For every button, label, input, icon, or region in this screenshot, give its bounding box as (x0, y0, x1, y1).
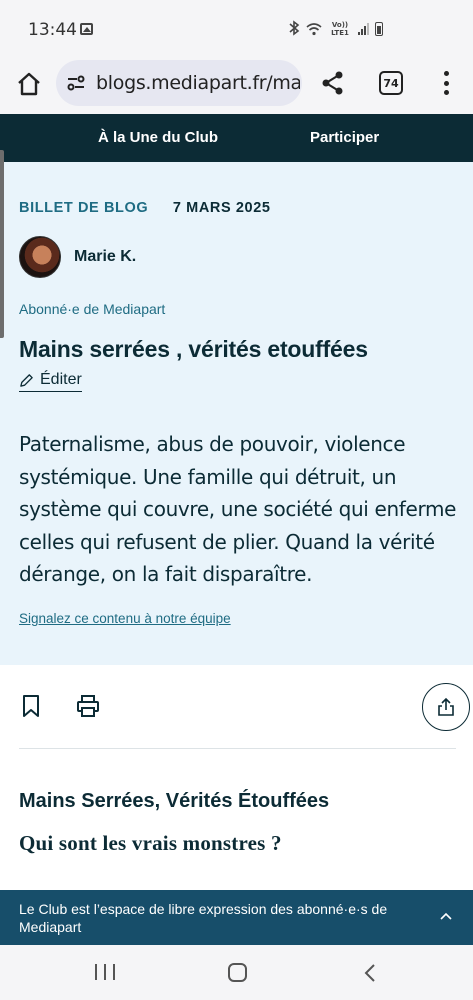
status-bar: 13:44 Vo)) LTE1 (0, 0, 473, 58)
page-title: Mains serrées , vérités etouffées (19, 336, 368, 362)
article-subheading: Qui sont les vrais monstres ? (19, 831, 282, 855)
nav-une-du-club[interactable]: À la Une du Club (98, 129, 218, 146)
post-type-label[interactable]: BILLET DE BLOG (19, 200, 148, 216)
wifi-icon (306, 23, 322, 36)
status-icons: Vo)) LTE1 (288, 18, 383, 40)
post-meta: BILLET DE BLOG 7 MARS 2025 (19, 200, 271, 216)
post-header: BILLET DE BLOG 7 MARS 2025 Marie K. Abon… (0, 162, 473, 665)
bookmark-icon[interactable] (21, 694, 41, 718)
bluetooth-icon (288, 19, 300, 39)
battery-icon (375, 22, 383, 36)
edit-label: Éditer (40, 371, 82, 388)
author-name[interactable]: Marie K. (74, 248, 136, 266)
report-content-link[interactable]: Signalez ce contenu à notre équipe (19, 611, 231, 626)
tabs-icon[interactable]: 74 (379, 71, 403, 95)
article-heading: Mains Serrées, Vérités Étouffées (19, 790, 330, 812)
signal-icon (358, 23, 369, 35)
pencil-icon (20, 373, 33, 387)
nav-participer[interactable]: Participer (310, 129, 379, 146)
network-label: Vo)) LTE1 (331, 21, 349, 37)
browser-toolbar: blogs.mediapart.fr/mar 74 (0, 58, 473, 114)
back-icon[interactable] (362, 963, 378, 983)
divider (19, 748, 456, 749)
club-nav: À la Une du Club Participer (0, 114, 473, 162)
avatar[interactable] (19, 236, 61, 278)
share-icon[interactable] (320, 70, 346, 96)
home-icon[interactable] (14, 69, 44, 99)
share-icon (438, 697, 454, 716)
home-icon[interactable] (228, 963, 247, 982)
recent-apps-icon[interactable] (95, 964, 115, 980)
chevron-up-icon[interactable] (438, 909, 454, 925)
scroll-indicator (0, 150, 4, 338)
edit-button[interactable]: Éditer (19, 371, 82, 392)
club-banner-text: Le Club est l’espace de libre expression… (19, 901, 388, 935)
system-nav-bar (0, 945, 473, 1000)
print-icon[interactable] (76, 694, 100, 718)
more-icon[interactable] (442, 71, 450, 95)
author-row[interactable]: Marie K. (19, 236, 136, 278)
status-time: 13:44 (28, 20, 77, 40)
author-status: Abonné·e de Mediapart (19, 301, 166, 317)
post-date: 7 MARS 2025 (172, 200, 271, 216)
site-settings-icon[interactable] (66, 73, 86, 93)
gallery-icon (80, 23, 93, 35)
club-banner[interactable]: Le Club est l’espace de libre expression… (0, 890, 473, 945)
address-bar[interactable]: blogs.mediapart.fr/mar (56, 60, 302, 106)
post-summary: Paternalisme, abus de pouvoir, violence … (19, 432, 457, 586)
url-text[interactable]: blogs.mediapart.fr/mar (96, 72, 300, 94)
share-button[interactable] (422, 683, 470, 731)
